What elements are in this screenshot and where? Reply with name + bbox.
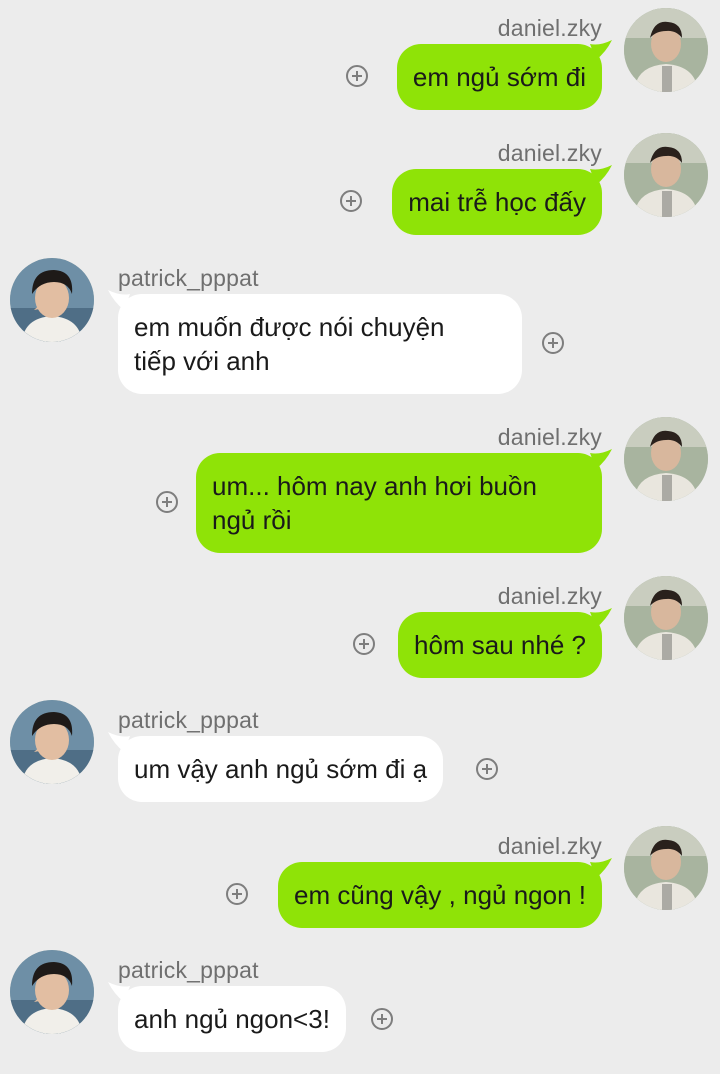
message-8: patrick_pppat anh ngủ ngon<3! <box>0 0 720 1060</box>
message-bubble[interactable]: anh ngủ ngon<3! <box>118 986 346 1052</box>
user-avatar-icon <box>10 950 94 1034</box>
avatar-patrick[interactable] <box>10 950 94 1034</box>
message-text: anh ngủ ngon<3! <box>134 1004 330 1034</box>
add-reaction-icon[interactable] <box>371 1008 393 1030</box>
sender-name: patrick_pppat <box>118 957 259 983</box>
